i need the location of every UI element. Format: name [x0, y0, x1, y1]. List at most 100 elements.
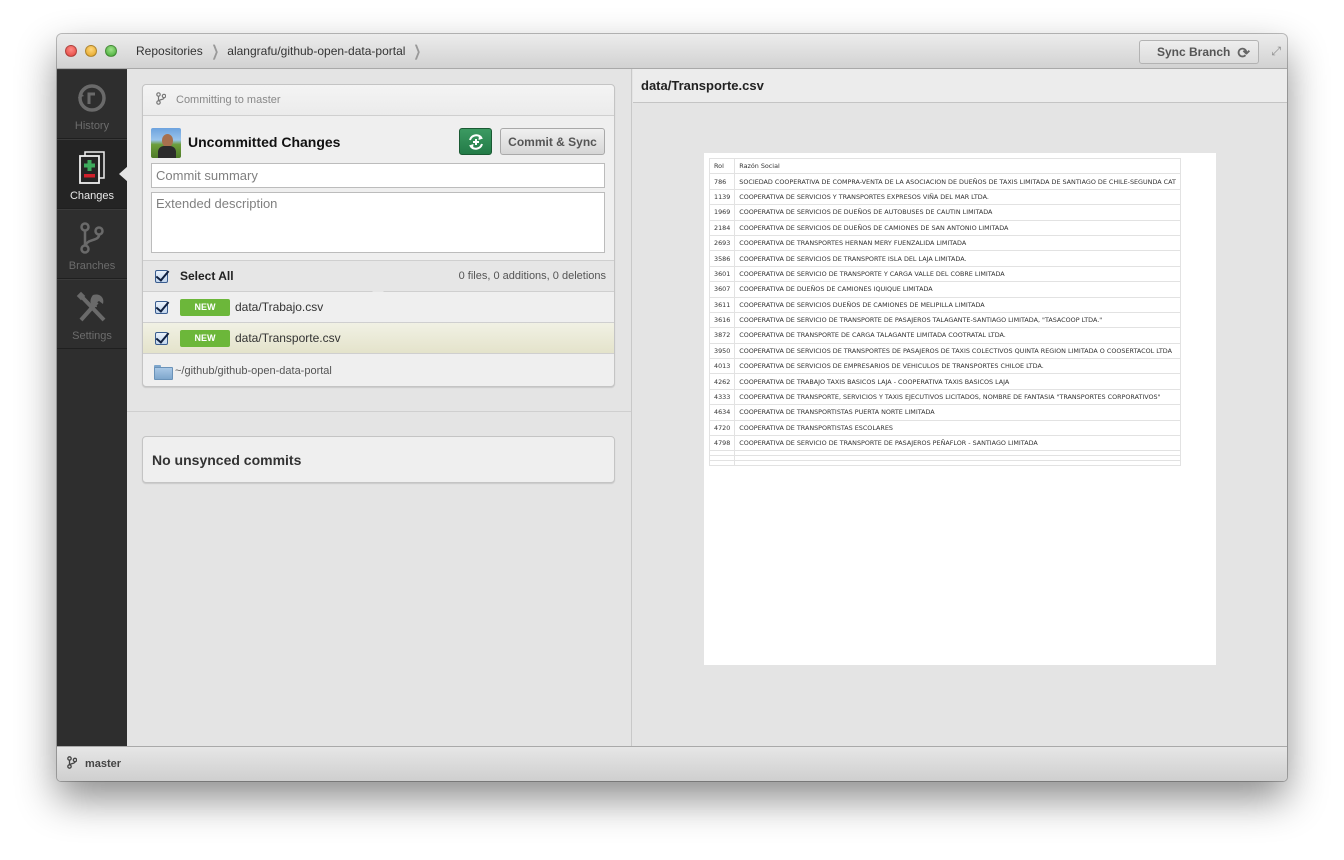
razon-social-cell: COOPERATIVA DE SERVICIO DE TRANSPORTE DE… [734, 435, 1181, 452]
rol-cell: 1139 [708, 188, 736, 206]
table-row: 4798 COOPERATIVA DE SERVICIO DE TRANSPORT… [708, 435, 1181, 452]
repo-path: ~/github/github-open-data-portal [175, 365, 332, 377]
rol-cell: 4798 [708, 435, 736, 452]
rol-cell: 3586 [708, 250, 736, 267]
table-row: 3601 COOPERATIVA DE SERVICIO DE TRANSPORT… [708, 265, 1181, 283]
file-name: data/Trabajo.csv [235, 300, 324, 314]
table-row: 3872 COOPERATIVA DE TRANSPORTE DE CARGA T… [708, 327, 1181, 344]
table-row: 3586 COOPERATIVA DE SERVICIOS DE TRANSPOR… [708, 250, 1181, 267]
rol-cell [708, 460, 736, 467]
current-branch[interactable]: master [85, 758, 121, 770]
uncommitted-changes-title: Uncommitted Changes [188, 134, 341, 150]
committing-to-label: Committing to master [176, 94, 281, 106]
minimize-window-button[interactable] [85, 45, 97, 57]
history-icon [76, 80, 108, 116]
column-header-rol: Rol [708, 157, 736, 175]
file-row[interactable]: NEW data/Trabajo.csv [143, 292, 614, 323]
sidebar-item-branches[interactable]: Branches [57, 209, 127, 279]
file-row[interactable]: NEW data/Transporte.csv [143, 323, 614, 354]
unsynced-commits-label: No unsynced commits [152, 451, 302, 468]
breadcrumb-repository[interactable]: alangrafu/github-open-data-portal [227, 44, 405, 58]
title-bar: Repositories ❯ alangrafu/github-open-dat… [57, 34, 1287, 69]
file-name: data/Transporte.csv [235, 331, 341, 345]
sidebar-item-history[interactable]: History [57, 69, 127, 139]
table-row: 4634 COOPERATIVA DE TRANSPORTISTAS PUERTA… [708, 404, 1181, 421]
table-row: 2693 COOPERATIVA DE TRANSPORTES HERNAN ME… [708, 234, 1181, 252]
razon-social-cell: COOPERATIVA DE SERVICIOS DE DUEÑOS DE AU… [734, 204, 1181, 221]
razon-social-cell: COOPERATIVA DE SERVICIOS DE TRANSPORTES … [734, 342, 1181, 360]
breadcrumb: Repositories ❯ alangrafu/github-open-dat… [136, 42, 430, 60]
commit-summary-input[interactable] [151, 163, 605, 188]
razon-social-cell: COOPERATIVA DE TRANSPORTISTAS PUERTA NOR… [734, 404, 1181, 421]
select-all-checkbox[interactable] [155, 269, 168, 283]
file-checkbox[interactable] [155, 300, 168, 314]
table-header-row: Rol Razón Social [708, 157, 1181, 175]
razon-social-cell: COOPERATIVA DE SERVICIOS DE EMPRESARIOS … [734, 358, 1181, 375]
razon-social-cell: COOPERATIVA DE TRANSPORTISTAS ESCOLARES [734, 419, 1181, 437]
razon-social-cell: COOPERATIVA DE TRANSPORTES HERNAN MERY F… [734, 234, 1181, 252]
file-checkbox[interactable] [155, 331, 168, 345]
table-row: 1969 COOPERATIVA DE SERVICIOS DE DUEÑOS D… [708, 204, 1181, 221]
committing-to-header: Committing to master [143, 85, 614, 116]
csv-table: Rol Razón Social 786 SOCIEDAD COOPERATIVA… [708, 157, 1181, 467]
table-row: 4720 COOPERATIVA DE TRANSPORTISTAS ESCOLA… [708, 419, 1181, 437]
app-window: Repositories ❯ alangrafu/github-open-dat… [57, 34, 1287, 781]
repo-path-link[interactable]: ~/github/github-open-data-portal [143, 355, 614, 387]
sync-plus-icon [468, 133, 483, 150]
razon-social-cell: COOPERATIVA DE TRABAJO TAXIS BASICOS LAJ… [734, 373, 1181, 390]
empty-table-row [708, 460, 1181, 467]
settings-icon [75, 290, 109, 326]
window-controls [65, 45, 117, 57]
razon-social-cell: COOPERATIVA DE TRANSPORTE DE CARGA TALAG… [734, 327, 1181, 344]
rol-cell: 2184 [708, 219, 736, 236]
sync-branch-button[interactable]: Sync Branch ⟳ [1139, 40, 1259, 64]
sidebar-item-label: History [74, 120, 110, 132]
commit-sync-toggle-button[interactable] [459, 128, 492, 155]
rol-cell: 4333 [708, 388, 736, 406]
rol-cell: 4262 [708, 373, 736, 390]
table-row: 4013 COOPERATIVA DE SERVICIOS DE EMPRESAR… [708, 358, 1181, 375]
branch-icon [67, 756, 78, 772]
sidebar-item-settings[interactable]: Settings [57, 279, 127, 349]
close-window-button[interactable] [65, 45, 77, 57]
status-badge: NEW [180, 329, 230, 347]
rol-cell: 3601 [708, 265, 736, 283]
razon-social-cell: COOPERATIVA DE DUEÑOS DE CAMIONES IQUIQU… [734, 281, 1181, 298]
changes-panel: Committing to master Uncommitted Changes… [127, 69, 632, 746]
unsynced-commits-card: No unsynced commits [142, 436, 615, 483]
branch-icon [79, 220, 105, 256]
rol-cell: 2693 [708, 234, 736, 252]
rol-cell: 786 [708, 173, 736, 190]
rol-cell: 4013 [708, 358, 736, 375]
status-badge: NEW [180, 298, 230, 316]
razon-social-cell: COOPERATIVA DE SERVICIOS DE TRANSPORTE I… [734, 250, 1181, 267]
fullscreen-icon[interactable]: ⤢ [1271, 44, 1281, 59]
extended-description-input[interactable] [151, 192, 605, 253]
rol-cell: 3872 [708, 327, 736, 344]
status-bar: master [57, 746, 1287, 781]
sync-icon: ⟳ [1237, 45, 1250, 62]
table-row: 786 SOCIEDAD COOPERATIVA DE COMPRA-VENTA … [708, 173, 1181, 190]
razon-social-cell: SOCIEDAD COOPERATIVA DE COMPRA-VENTA DE … [734, 173, 1181, 190]
table-row: 4333 COOPERATIVA DE TRANSPORTE, SERVICIOS… [708, 388, 1181, 406]
table-row: 3950 COOPERATIVA DE SERVICIOS DE TRANSPOR… [708, 342, 1181, 360]
rol-cell: 1969 [708, 204, 736, 221]
file-preview-panel: data/Transporte.csv Rol Razón Social 786… [633, 69, 1287, 746]
commit-sync-button[interactable]: Commit & Sync [500, 128, 605, 155]
table-row: 3616 COOPERATIVA DE SERVICIO DE TRANSPORT… [708, 311, 1181, 329]
zoom-window-button[interactable] [105, 45, 117, 57]
table-row: 4262 COOPERATIVA DE TRABAJO TAXIS BASICOS… [708, 373, 1181, 390]
rol-cell: 3607 [708, 281, 736, 298]
razon-social-cell: COOPERATIVA DE SERVICIO DE TRANSPORTE Y … [734, 265, 1181, 283]
select-all-label[interactable]: Select All [180, 269, 234, 283]
table-body: 786 SOCIEDAD COOPERATIVA DE COMPRA-VENTA … [708, 173, 1181, 467]
sync-branch-label: Sync Branch [1157, 45, 1231, 59]
table-row: 3611 COOPERATIVA DE SERVICIOS DUEÑOS DE C… [708, 296, 1181, 313]
chevron-right-icon: ❯ [413, 43, 422, 60]
razon-social-cell: COOPERATIVA DE SERVICIOS Y TRANSPORTES E… [734, 188, 1181, 206]
breadcrumb-repositories[interactable]: Repositories [136, 44, 203, 58]
razon-social-cell [734, 460, 1181, 467]
sidebar-item-changes[interactable]: Changes [57, 139, 128, 209]
razon-social-cell: COOPERATIVA DE SERVICIO DE TRANSPORTE DE… [734, 311, 1181, 329]
rol-cell: 4720 [708, 419, 736, 437]
